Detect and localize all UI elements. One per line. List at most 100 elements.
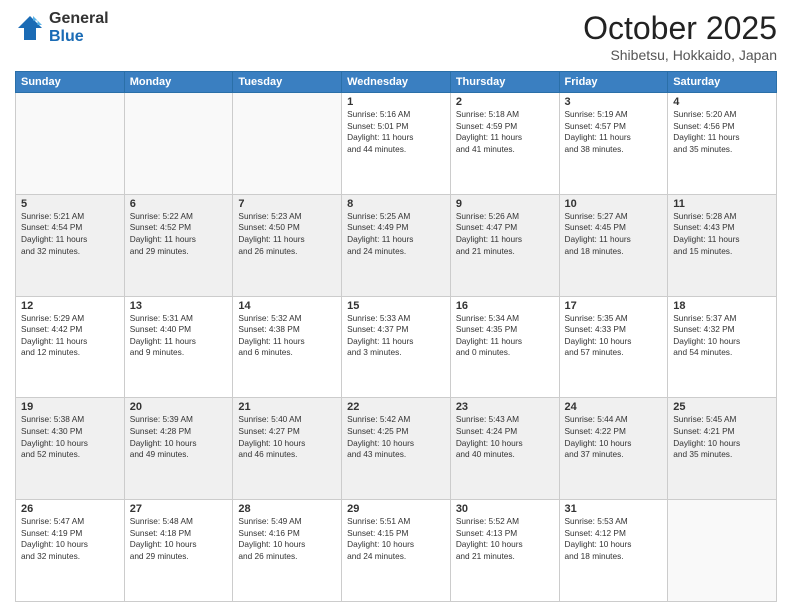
- day-number: 21: [238, 401, 336, 413]
- calendar-cell: 17Sunrise: 5:35 AM Sunset: 4:33 PM Dayli…: [559, 296, 668, 398]
- day-info: Sunrise: 5:33 AM Sunset: 4:37 PM Dayligh…: [347, 313, 445, 359]
- day-info: Sunrise: 5:39 AM Sunset: 4:28 PM Dayligh…: [130, 414, 228, 460]
- day-info: Sunrise: 5:23 AM Sunset: 4:50 PM Dayligh…: [238, 211, 336, 257]
- calendar-cell: 23Sunrise: 5:43 AM Sunset: 4:24 PM Dayli…: [450, 398, 559, 500]
- day-number: 25: [673, 401, 771, 413]
- day-info: Sunrise: 5:32 AM Sunset: 4:38 PM Dayligh…: [238, 313, 336, 359]
- day-number: 26: [21, 503, 119, 515]
- calendar-cell: 10Sunrise: 5:27 AM Sunset: 4:45 PM Dayli…: [559, 194, 668, 296]
- calendar-cell: 3Sunrise: 5:19 AM Sunset: 4:57 PM Daylig…: [559, 93, 668, 195]
- calendar-cell: [668, 500, 777, 602]
- calendar-cell: 19Sunrise: 5:38 AM Sunset: 4:30 PM Dayli…: [16, 398, 125, 500]
- calendar-header-row: SundayMondayTuesdayWednesdayThursdayFrid…: [16, 72, 777, 93]
- day-number: 1: [347, 96, 445, 108]
- day-info: Sunrise: 5:27 AM Sunset: 4:45 PM Dayligh…: [565, 211, 663, 257]
- logo: General Blue: [15, 10, 109, 45]
- calendar-table: SundayMondayTuesdayWednesdayThursdayFrid…: [15, 71, 777, 602]
- calendar-week-row: 5Sunrise: 5:21 AM Sunset: 4:54 PM Daylig…: [16, 194, 777, 296]
- calendar-cell: 5Sunrise: 5:21 AM Sunset: 4:54 PM Daylig…: [16, 194, 125, 296]
- calendar-cell: 12Sunrise: 5:29 AM Sunset: 4:42 PM Dayli…: [16, 296, 125, 398]
- day-number: 12: [21, 300, 119, 312]
- calendar-cell: [124, 93, 233, 195]
- day-number: 5: [21, 198, 119, 210]
- day-info: Sunrise: 5:45 AM Sunset: 4:21 PM Dayligh…: [673, 414, 771, 460]
- day-info: Sunrise: 5:31 AM Sunset: 4:40 PM Dayligh…: [130, 313, 228, 359]
- day-number: 7: [238, 198, 336, 210]
- day-number: 3: [565, 96, 663, 108]
- day-number: 31: [565, 503, 663, 515]
- day-number: 8: [347, 198, 445, 210]
- calendar-cell: 14Sunrise: 5:32 AM Sunset: 4:38 PM Dayli…: [233, 296, 342, 398]
- day-info: Sunrise: 5:48 AM Sunset: 4:18 PM Dayligh…: [130, 516, 228, 562]
- calendar-cell: 25Sunrise: 5:45 AM Sunset: 4:21 PM Dayli…: [668, 398, 777, 500]
- day-info: Sunrise: 5:35 AM Sunset: 4:33 PM Dayligh…: [565, 313, 663, 359]
- day-info: Sunrise: 5:19 AM Sunset: 4:57 PM Dayligh…: [565, 109, 663, 155]
- day-number: 10: [565, 198, 663, 210]
- day-number: 4: [673, 96, 771, 108]
- day-info: Sunrise: 5:47 AM Sunset: 4:19 PM Dayligh…: [21, 516, 119, 562]
- weekday-header-sunday: Sunday: [16, 72, 125, 93]
- day-number: 15: [347, 300, 445, 312]
- calendar-cell: 28Sunrise: 5:49 AM Sunset: 4:16 PM Dayli…: [233, 500, 342, 602]
- day-number: 16: [456, 300, 554, 312]
- day-number: 29: [347, 503, 445, 515]
- page: General Blue October 2025 Shibetsu, Hokk…: [0, 0, 792, 612]
- calendar-cell: 29Sunrise: 5:51 AM Sunset: 4:15 PM Dayli…: [342, 500, 451, 602]
- calendar-week-row: 12Sunrise: 5:29 AM Sunset: 4:42 PM Dayli…: [16, 296, 777, 398]
- logo-text: General Blue: [49, 10, 109, 45]
- day-number: 9: [456, 198, 554, 210]
- day-info: Sunrise: 5:49 AM Sunset: 4:16 PM Dayligh…: [238, 516, 336, 562]
- day-number: 28: [238, 503, 336, 515]
- day-number: 19: [21, 401, 119, 413]
- calendar-cell: 31Sunrise: 5:53 AM Sunset: 4:12 PM Dayli…: [559, 500, 668, 602]
- calendar-cell: 8Sunrise: 5:25 AM Sunset: 4:49 PM Daylig…: [342, 194, 451, 296]
- day-info: Sunrise: 5:26 AM Sunset: 4:47 PM Dayligh…: [456, 211, 554, 257]
- weekday-header-friday: Friday: [559, 72, 668, 93]
- day-info: Sunrise: 5:40 AM Sunset: 4:27 PM Dayligh…: [238, 414, 336, 460]
- weekday-header-wednesday: Wednesday: [342, 72, 451, 93]
- calendar-cell: 6Sunrise: 5:22 AM Sunset: 4:52 PM Daylig…: [124, 194, 233, 296]
- calendar-cell: [233, 93, 342, 195]
- calendar-cell: 1Sunrise: 5:16 AM Sunset: 5:01 PM Daylig…: [342, 93, 451, 195]
- day-info: Sunrise: 5:34 AM Sunset: 4:35 PM Dayligh…: [456, 313, 554, 359]
- day-number: 14: [238, 300, 336, 312]
- day-info: Sunrise: 5:22 AM Sunset: 4:52 PM Dayligh…: [130, 211, 228, 257]
- day-info: Sunrise: 5:28 AM Sunset: 4:43 PM Dayligh…: [673, 211, 771, 257]
- weekday-header-saturday: Saturday: [668, 72, 777, 93]
- calendar-cell: 16Sunrise: 5:34 AM Sunset: 4:35 PM Dayli…: [450, 296, 559, 398]
- logo-icon: [15, 13, 45, 43]
- day-number: 27: [130, 503, 228, 515]
- logo-general-text: General: [49, 10, 109, 28]
- logo-blue-text: Blue: [49, 28, 109, 46]
- calendar-cell: 2Sunrise: 5:18 AM Sunset: 4:59 PM Daylig…: [450, 93, 559, 195]
- calendar-cell: 26Sunrise: 5:47 AM Sunset: 4:19 PM Dayli…: [16, 500, 125, 602]
- day-number: 30: [456, 503, 554, 515]
- day-info: Sunrise: 5:53 AM Sunset: 4:12 PM Dayligh…: [565, 516, 663, 562]
- day-number: 23: [456, 401, 554, 413]
- title-block: October 2025 Shibetsu, Hokkaido, Japan: [583, 10, 777, 63]
- day-number: 17: [565, 300, 663, 312]
- day-number: 18: [673, 300, 771, 312]
- calendar-cell: 11Sunrise: 5:28 AM Sunset: 4:43 PM Dayli…: [668, 194, 777, 296]
- calendar-cell: 9Sunrise: 5:26 AM Sunset: 4:47 PM Daylig…: [450, 194, 559, 296]
- day-info: Sunrise: 5:16 AM Sunset: 5:01 PM Dayligh…: [347, 109, 445, 155]
- calendar-cell: 13Sunrise: 5:31 AM Sunset: 4:40 PM Dayli…: [124, 296, 233, 398]
- day-info: Sunrise: 5:20 AM Sunset: 4:56 PM Dayligh…: [673, 109, 771, 155]
- calendar-cell: 21Sunrise: 5:40 AM Sunset: 4:27 PM Dayli…: [233, 398, 342, 500]
- day-number: 2: [456, 96, 554, 108]
- calendar-cell: 27Sunrise: 5:48 AM Sunset: 4:18 PM Dayli…: [124, 500, 233, 602]
- month-title: October 2025: [583, 10, 777, 47]
- calendar-cell: 15Sunrise: 5:33 AM Sunset: 4:37 PM Dayli…: [342, 296, 451, 398]
- day-number: 20: [130, 401, 228, 413]
- header: General Blue October 2025 Shibetsu, Hokk…: [15, 10, 777, 63]
- calendar-week-row: 1Sunrise: 5:16 AM Sunset: 5:01 PM Daylig…: [16, 93, 777, 195]
- calendar-cell: [16, 93, 125, 195]
- calendar-cell: 22Sunrise: 5:42 AM Sunset: 4:25 PM Dayli…: [342, 398, 451, 500]
- calendar-week-row: 19Sunrise: 5:38 AM Sunset: 4:30 PM Dayli…: [16, 398, 777, 500]
- day-number: 22: [347, 401, 445, 413]
- day-info: Sunrise: 5:18 AM Sunset: 4:59 PM Dayligh…: [456, 109, 554, 155]
- day-info: Sunrise: 5:44 AM Sunset: 4:22 PM Dayligh…: [565, 414, 663, 460]
- day-info: Sunrise: 5:38 AM Sunset: 4:30 PM Dayligh…: [21, 414, 119, 460]
- calendar-cell: 20Sunrise: 5:39 AM Sunset: 4:28 PM Dayli…: [124, 398, 233, 500]
- day-info: Sunrise: 5:25 AM Sunset: 4:49 PM Dayligh…: [347, 211, 445, 257]
